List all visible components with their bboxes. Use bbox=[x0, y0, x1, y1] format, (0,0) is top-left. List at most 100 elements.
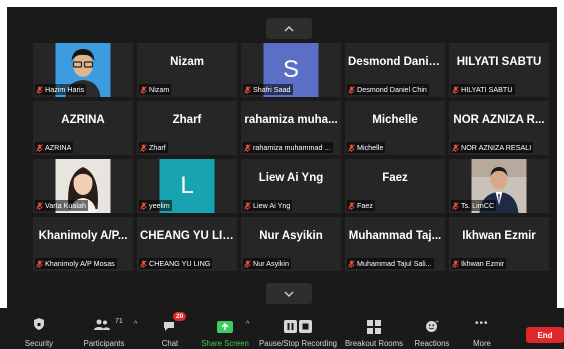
participant-tile[interactable]: rahamiza muha... rahamiza muhammad ... bbox=[241, 101, 341, 155]
mic-muted-icon bbox=[140, 85, 147, 94]
participant-tile[interactable]: Desmond Danie... Desmond Daniel Chin bbox=[345, 43, 445, 97]
page-up-button[interactable] bbox=[266, 18, 312, 39]
participant-name-label: Ts. LimCC bbox=[451, 200, 497, 211]
participant-tile[interactable]: Nizam Nizam bbox=[137, 43, 237, 97]
mic-muted-icon bbox=[244, 201, 251, 210]
mic-muted-icon bbox=[244, 143, 251, 152]
participant-tile[interactable]: Nur Asyikin Nur Asyikin bbox=[241, 217, 341, 271]
pause-stop-recording-button[interactable]: Pause/Stop Recording bbox=[258, 308, 338, 349]
participant-name-label: HILYATI SABTU bbox=[451, 84, 515, 95]
participant-display-name: Ikhwan Ezmir bbox=[462, 230, 536, 242]
participant-name-label: Liew Ai Yng bbox=[243, 200, 293, 211]
participant-name-text: Varta Kualah bbox=[45, 201, 87, 210]
participant-grid: Hazim Haris Nizam Nizam S Shafri Saad Desmond… bbox=[33, 43, 549, 329]
participant-name-label: Nur Asyikin bbox=[243, 258, 291, 269]
participant-name-text: Michelle bbox=[357, 143, 384, 152]
participant-name-text: Hazim Haris bbox=[45, 85, 85, 94]
reactions-button[interactable]: + Reactions bbox=[414, 308, 450, 349]
participant-name-text: yeelim bbox=[149, 201, 170, 210]
participants-caret-icon[interactable]: ^ bbox=[134, 321, 137, 328]
participant-display-name: Zharf bbox=[172, 114, 202, 126]
participant-tile[interactable]: HILYATI SABTU HILYATI SABTU bbox=[449, 43, 549, 97]
participant-name-label: Desmond Daniel Chin bbox=[347, 84, 429, 95]
participant-name-text: AZRINA bbox=[45, 143, 72, 152]
mic-muted-icon bbox=[36, 201, 43, 210]
participant-tile[interactable]: Michelle Michelle bbox=[345, 101, 445, 155]
participant-tile[interactable]: AZRINA AZRINA bbox=[33, 101, 133, 155]
participant-name-label: Hazim Haris bbox=[35, 84, 87, 95]
participant-name-label: Varta Kualah bbox=[35, 200, 89, 211]
participant-display-name: Nizam bbox=[170, 56, 204, 68]
mic-muted-icon bbox=[244, 259, 251, 268]
participant-display-name: Liew Ai Yng bbox=[258, 172, 324, 184]
mic-muted-icon bbox=[348, 143, 355, 152]
recording-label: Pause/Stop Recording bbox=[258, 339, 338, 348]
share-screen-button[interactable]: Share Screen bbox=[201, 308, 249, 349]
participant-name-label: AZRINA bbox=[35, 142, 74, 153]
mic-muted-icon bbox=[36, 143, 43, 152]
participant-tile[interactable]: Lyeelim bbox=[137, 159, 237, 213]
participant-display-name: Faez bbox=[382, 172, 408, 184]
participant-tile[interactable]: Ikhwan Ezmir Ikhwan Ezmir bbox=[449, 217, 549, 271]
participant-display-name: rahamiza muha... bbox=[244, 114, 338, 126]
security-button[interactable]: Security bbox=[22, 308, 56, 349]
participant-tile[interactable]: Khanimoly A/P... Khanimoly A/P Mosas bbox=[33, 217, 133, 271]
participant-name-text: Ts. LimCC bbox=[461, 201, 495, 210]
participant-display-name: Muhammad Taj... bbox=[348, 230, 442, 242]
more-label: More bbox=[473, 339, 491, 348]
shield-icon bbox=[34, 318, 44, 330]
share-screen-icon bbox=[217, 321, 233, 333]
end-meeting-button[interactable]: End bbox=[526, 327, 564, 343]
participant-name-text: Khanimoly A/P Mosas bbox=[45, 259, 115, 268]
reactions-smiley-icon: + bbox=[426, 319, 439, 332]
svg-text:+: + bbox=[435, 319, 439, 325]
participant-tile[interactable]: S Shafri Saad bbox=[241, 43, 341, 97]
participant-name-label: Michelle bbox=[347, 142, 386, 153]
participant-tile[interactable]: Zharf Zharf bbox=[137, 101, 237, 155]
participant-tile[interactable]: Ts. LimCC bbox=[449, 159, 549, 213]
participant-display-name: Khanimoly A/P... bbox=[38, 230, 128, 242]
participant-tile[interactable]: NOR AZNIZA R... NOR AZNIZA RESALI bbox=[449, 101, 549, 155]
reactions-label: Reactions bbox=[414, 339, 450, 348]
share-caret-icon[interactable]: ^ bbox=[246, 321, 249, 328]
meeting-toolbar: Security 71 Participants ^ 20 Chat Share… bbox=[0, 308, 564, 349]
chat-unread-badge: 20 bbox=[173, 312, 187, 321]
mic-muted-icon bbox=[452, 259, 459, 268]
pause-stop-icon bbox=[284, 320, 312, 333]
participant-name-text: Liew Ai Yng bbox=[253, 201, 291, 210]
participants-count: 71 bbox=[115, 318, 123, 325]
more-button[interactable]: ••• More bbox=[470, 308, 494, 349]
participant-display-name: Nur Asyikin bbox=[259, 230, 323, 242]
participant-name-text: NOR AZNIZA RESALI bbox=[461, 143, 532, 152]
participant-name-label: Khanimoly A/P Mosas bbox=[35, 258, 117, 269]
mic-muted-icon bbox=[244, 85, 251, 94]
participant-tile[interactable]: Liew Ai Yng Liew Ai Yng bbox=[241, 159, 341, 213]
participant-display-name: Desmond Danie... bbox=[348, 56, 445, 68]
participant-tile[interactable]: Hazim Haris bbox=[33, 43, 133, 97]
participant-name-label: Zharf bbox=[139, 142, 168, 153]
participant-name-text: Shafri Saad bbox=[253, 85, 291, 94]
chat-button[interactable]: 20 Chat bbox=[159, 308, 187, 349]
participant-name-text: Ikhwan Ezmir bbox=[461, 259, 505, 268]
participant-name-text: HILYATI SABTU bbox=[461, 85, 513, 94]
participant-tile[interactable]: Varta Kualah bbox=[33, 159, 133, 213]
participants-label: Participants bbox=[83, 339, 125, 348]
participant-name-label: yeelim bbox=[139, 200, 172, 211]
share-screen-label: Share Screen bbox=[201, 339, 249, 348]
participant-tile[interactable]: CHEANG YU LING CHEANG YU LING bbox=[137, 217, 237, 271]
participants-button[interactable]: 71 Participants bbox=[82, 308, 126, 349]
mic-muted-icon bbox=[36, 85, 43, 94]
chevron-up-icon bbox=[284, 25, 294, 31]
participant-tile[interactable]: Faez Faez bbox=[345, 159, 445, 213]
security-label: Security bbox=[24, 339, 54, 348]
chat-icon bbox=[164, 322, 174, 331]
participant-name-text: Muhammad Tajul Sali... bbox=[357, 259, 432, 268]
participant-display-name: AZRINA bbox=[61, 114, 105, 126]
participants-icon bbox=[94, 319, 110, 330]
participant-name-text: Nur Asyikin bbox=[253, 259, 289, 268]
mic-muted-icon bbox=[140, 143, 147, 152]
mic-muted-icon bbox=[452, 201, 459, 210]
breakout-rooms-button[interactable]: Breakout Rooms bbox=[345, 308, 403, 349]
participant-tile[interactable]: Muhammad Taj... Muhammad Tajul Sali... bbox=[345, 217, 445, 271]
mic-muted-icon bbox=[348, 259, 355, 268]
